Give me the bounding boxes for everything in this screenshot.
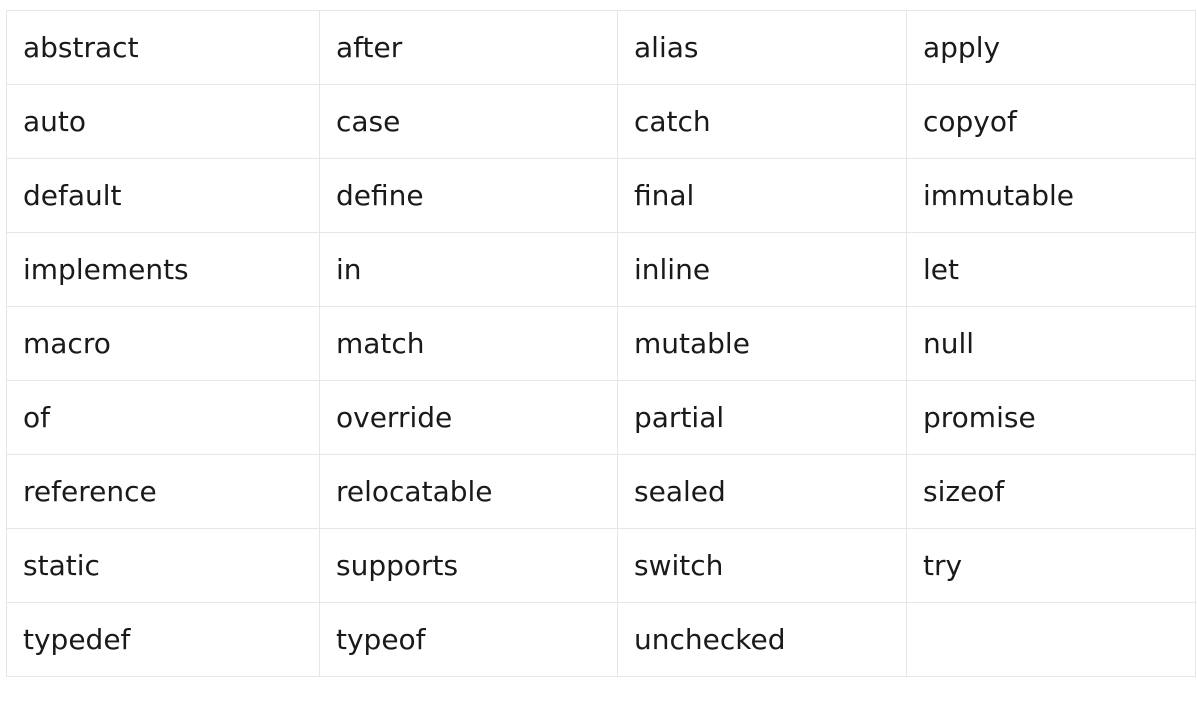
table-row: macro match mutable null: [6, 306, 1196, 381]
keyword-table: abstract after alias apply auto case cat…: [6, 10, 1196, 677]
table-cell-empty: [906, 602, 1196, 677]
table-cell: relocatable: [319, 454, 618, 529]
table-row: default define final immutable: [6, 158, 1196, 233]
table-cell: case: [319, 84, 618, 159]
table-cell: reference: [6, 454, 320, 529]
table-cell: sizeof: [906, 454, 1196, 529]
table-cell: immutable: [906, 158, 1196, 233]
table-row: abstract after alias apply: [6, 10, 1196, 85]
table-cell: alias: [617, 10, 907, 85]
table-cell: define: [319, 158, 618, 233]
table-cell: typedef: [6, 602, 320, 677]
table-cell: catch: [617, 84, 907, 159]
table-row: auto case catch copyof: [6, 84, 1196, 159]
table-cell: let: [906, 232, 1196, 307]
table-cell: copyof: [906, 84, 1196, 159]
table-cell: of: [6, 380, 320, 455]
table-cell: unchecked: [617, 602, 907, 677]
table-row: implements in inline let: [6, 232, 1196, 307]
table-cell: sealed: [617, 454, 907, 529]
table-cell: partial: [617, 380, 907, 455]
table-cell: default: [6, 158, 320, 233]
table-cell: abstract: [6, 10, 320, 85]
table-row: reference relocatable sealed sizeof: [6, 454, 1196, 529]
table-cell: supports: [319, 528, 618, 603]
table-cell: static: [6, 528, 320, 603]
table-cell: match: [319, 306, 618, 381]
table-row: of override partial promise: [6, 380, 1196, 455]
table-cell: override: [319, 380, 618, 455]
keyword-table-body: abstract after alias apply auto case cat…: [6, 10, 1196, 677]
table-cell: implements: [6, 232, 320, 307]
table-cell: null: [906, 306, 1196, 381]
table-cell: try: [906, 528, 1196, 603]
table-row: typedef typeof unchecked: [6, 602, 1196, 677]
table-cell: auto: [6, 84, 320, 159]
table-cell: after: [319, 10, 618, 85]
table-cell: final: [617, 158, 907, 233]
table-cell: inline: [617, 232, 907, 307]
table-cell: typeof: [319, 602, 618, 677]
table-cell: in: [319, 232, 618, 307]
table-cell: macro: [6, 306, 320, 381]
table-row: static supports switch try: [6, 528, 1196, 603]
table-cell: apply: [906, 10, 1196, 85]
table-cell: switch: [617, 528, 907, 603]
table-cell: mutable: [617, 306, 907, 381]
table-cell: promise: [906, 380, 1196, 455]
